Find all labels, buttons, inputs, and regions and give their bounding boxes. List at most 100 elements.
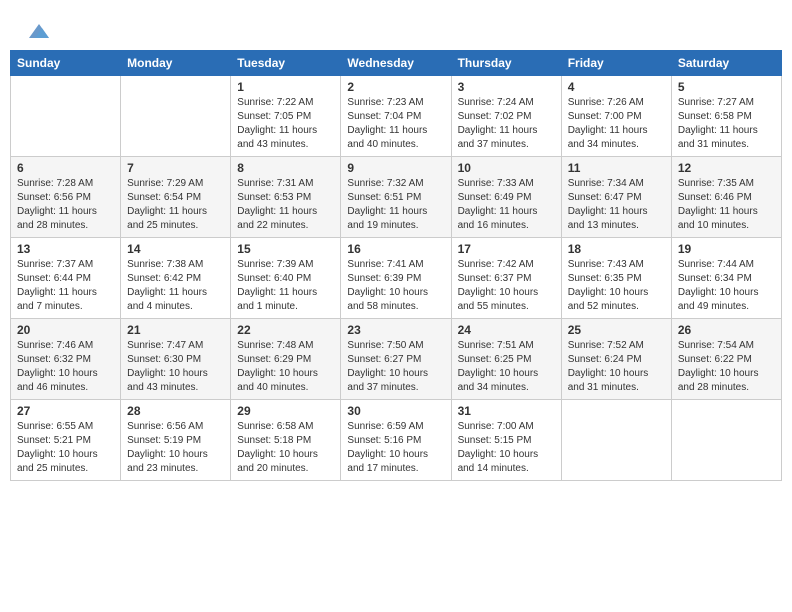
day-info: Sunrise: 7:51 AM Sunset: 6:25 PM Dayligh…	[458, 339, 555, 395]
day-info: Sunrise: 6:55 AM Sunset: 5:21 PM Dayligh…	[17, 420, 114, 476]
day-number: 20	[17, 323, 114, 337]
day-number: 28	[127, 404, 224, 418]
day-info: Sunrise: 6:56 AM Sunset: 5:19 PM Dayligh…	[127, 420, 224, 476]
day-info: Sunrise: 7:46 AM Sunset: 6:32 PM Dayligh…	[17, 339, 114, 395]
day-number: 6	[17, 161, 114, 175]
day-number: 23	[347, 323, 444, 337]
day-info: Sunrise: 7:44 AM Sunset: 6:34 PM Dayligh…	[678, 258, 775, 314]
day-info: Sunrise: 7:42 AM Sunset: 6:37 PM Dayligh…	[458, 258, 555, 314]
day-header-friday: Friday	[561, 51, 671, 76]
day-number: 19	[678, 242, 775, 256]
calendar-table: SundayMondayTuesdayWednesdayThursdayFrid…	[10, 50, 782, 481]
calendar-cell	[561, 400, 671, 481]
calendar-cell: 9Sunrise: 7:32 AM Sunset: 6:51 PM Daylig…	[341, 157, 451, 238]
day-number: 7	[127, 161, 224, 175]
calendar-cell: 16Sunrise: 7:41 AM Sunset: 6:39 PM Dayli…	[341, 238, 451, 319]
day-info: Sunrise: 7:38 AM Sunset: 6:42 PM Dayligh…	[127, 258, 224, 314]
calendar-cell: 28 Sunrise: 6:56 AM Sunset: 5:19 PM Dayli…	[121, 400, 231, 481]
day-header-sunday: Sunday	[11, 51, 121, 76]
calendar-cell: 13Sunrise: 7:37 AM Sunset: 6:44 PM Dayli…	[11, 238, 121, 319]
calendar-cell: 25 Sunrise: 7:52 AM Sunset: 6:24 PM Dayli…	[561, 319, 671, 400]
day-info: Sunrise: 7:27 AM Sunset: 6:58 PM Dayligh…	[678, 96, 775, 152]
calendar-cell: 31 Sunrise: 7:00 AM Sunset: 5:15 PM Dayli…	[451, 400, 561, 481]
day-number: 18	[568, 242, 665, 256]
day-number: 13	[17, 242, 114, 256]
calendar-cell: 3 Sunrise: 7:24 AM Sunset: 7:02 PM Daylig…	[451, 76, 561, 157]
day-header-saturday: Saturday	[671, 51, 781, 76]
calendar-cell	[11, 76, 121, 157]
calendar-cell: 17 Sunrise: 7:42 AM Sunset: 6:37 PM Dayli…	[451, 238, 561, 319]
day-info: Sunrise: 7:39 AM Sunset: 6:40 PM Dayligh…	[237, 258, 334, 314]
day-header-tuesday: Tuesday	[231, 51, 341, 76]
calendar-cell: 22 Sunrise: 7:48 AM Sunset: 6:29 PM Dayli…	[231, 319, 341, 400]
day-info: Sunrise: 6:58 AM Sunset: 5:18 PM Dayligh…	[237, 420, 334, 476]
day-number: 2	[347, 80, 444, 94]
calendar-cell: 18 Sunrise: 7:43 AM Sunset: 6:35 PM Dayli…	[561, 238, 671, 319]
day-number: 12	[678, 161, 775, 175]
calendar-cell: 1 Sunrise: 7:22 AM Sunset: 7:05 PM Daylig…	[231, 76, 341, 157]
day-number: 4	[568, 80, 665, 94]
day-number: 10	[458, 161, 555, 175]
day-number: 30	[347, 404, 444, 418]
logo-icon	[27, 20, 51, 40]
day-number: 22	[237, 323, 334, 337]
calendar-cell: 30 Sunrise: 6:59 AM Sunset: 5:16 PM Dayli…	[341, 400, 451, 481]
calendar-cell: 20 Sunrise: 7:46 AM Sunset: 6:32 PM Dayli…	[11, 319, 121, 400]
day-number: 5	[678, 80, 775, 94]
day-info: Sunrise: 7:54 AM Sunset: 6:22 PM Dayligh…	[678, 339, 775, 395]
calendar-cell: 26 Sunrise: 7:54 AM Sunset: 6:22 PM Dayli…	[671, 319, 781, 400]
calendar-cell: 7 Sunrise: 7:29 AM Sunset: 6:54 PM Daylig…	[121, 157, 231, 238]
calendar-cell: 15 Sunrise: 7:39 AM Sunset: 6:40 PM Dayli…	[231, 238, 341, 319]
calendar-cell: 27 Sunrise: 6:55 AM Sunset: 5:21 PM Dayli…	[11, 400, 121, 481]
day-number: 1	[237, 80, 334, 94]
day-header-wednesday: Wednesday	[341, 51, 451, 76]
day-info: Sunrise: 7:34 AM Sunset: 6:47 PM Dayligh…	[568, 177, 665, 233]
calendar-cell: 5 Sunrise: 7:27 AM Sunset: 6:58 PM Daylig…	[671, 76, 781, 157]
day-number: 27	[17, 404, 114, 418]
day-number: 26	[678, 323, 775, 337]
day-info: Sunrise: 7:43 AM Sunset: 6:35 PM Dayligh…	[568, 258, 665, 314]
day-info: Sunrise: 7:00 AM Sunset: 5:15 PM Dayligh…	[458, 420, 555, 476]
logo	[25, 20, 51, 40]
calendar-cell: 11 Sunrise: 7:34 AM Sunset: 6:47 PM Dayli…	[561, 157, 671, 238]
day-header-monday: Monday	[121, 51, 231, 76]
day-info: Sunrise: 7:22 AM Sunset: 7:05 PM Dayligh…	[237, 96, 334, 152]
day-number: 15	[237, 242, 334, 256]
day-info: Sunrise: 7:23 AM Sunset: 7:04 PM Dayligh…	[347, 96, 444, 152]
day-info: Sunrise: 7:50 AM Sunset: 6:27 PM Dayligh…	[347, 339, 444, 395]
day-info: Sunrise: 7:35 AM Sunset: 6:46 PM Dayligh…	[678, 177, 775, 233]
day-number: 9	[347, 161, 444, 175]
page-header	[10, 10, 782, 45]
calendar-cell: 8 Sunrise: 7:31 AM Sunset: 6:53 PM Daylig…	[231, 157, 341, 238]
day-number: 29	[237, 404, 334, 418]
day-info: Sunrise: 7:48 AM Sunset: 6:29 PM Dayligh…	[237, 339, 334, 395]
day-number: 24	[458, 323, 555, 337]
day-number: 17	[458, 242, 555, 256]
calendar-cell: 19 Sunrise: 7:44 AM Sunset: 6:34 PM Dayli…	[671, 238, 781, 319]
day-number: 14	[127, 242, 224, 256]
day-info: Sunrise: 7:41 AM Sunset: 6:39 PM Dayligh…	[347, 258, 444, 314]
calendar-cell: 29 Sunrise: 6:58 AM Sunset: 5:18 PM Dayli…	[231, 400, 341, 481]
calendar-cell: 4 Sunrise: 7:26 AM Sunset: 7:00 PM Daylig…	[561, 76, 671, 157]
day-info: Sunrise: 7:29 AM Sunset: 6:54 PM Dayligh…	[127, 177, 224, 233]
day-info: Sunrise: 7:28 AM Sunset: 6:56 PM Dayligh…	[17, 177, 114, 233]
day-info: Sunrise: 6:59 AM Sunset: 5:16 PM Dayligh…	[347, 420, 444, 476]
day-number: 31	[458, 404, 555, 418]
calendar-cell: 14 Sunrise: 7:38 AM Sunset: 6:42 PM Dayli…	[121, 238, 231, 319]
day-number: 3	[458, 80, 555, 94]
day-info: Sunrise: 7:31 AM Sunset: 6:53 PM Dayligh…	[237, 177, 334, 233]
day-number: 8	[237, 161, 334, 175]
day-number: 21	[127, 323, 224, 337]
calendar-cell: 24 Sunrise: 7:51 AM Sunset: 6:25 PM Dayli…	[451, 319, 561, 400]
day-number: 25	[568, 323, 665, 337]
day-info: Sunrise: 7:26 AM Sunset: 7:00 PM Dayligh…	[568, 96, 665, 152]
calendar-cell: 12 Sunrise: 7:35 AM Sunset: 6:46 PM Dayli…	[671, 157, 781, 238]
day-info: Sunrise: 7:52 AM Sunset: 6:24 PM Dayligh…	[568, 339, 665, 395]
day-info: Sunrise: 7:47 AM Sunset: 6:30 PM Dayligh…	[127, 339, 224, 395]
day-number: 11	[568, 161, 665, 175]
day-info: Sunrise: 7:24 AM Sunset: 7:02 PM Dayligh…	[458, 96, 555, 152]
day-info: Sunrise: 7:33 AM Sunset: 6:49 PM Dayligh…	[458, 177, 555, 233]
calendar-cell	[121, 76, 231, 157]
calendar-cell: 2 Sunrise: 7:23 AM Sunset: 7:04 PM Daylig…	[341, 76, 451, 157]
calendar-cell: 23 Sunrise: 7:50 AM Sunset: 6:27 PM Dayli…	[341, 319, 451, 400]
